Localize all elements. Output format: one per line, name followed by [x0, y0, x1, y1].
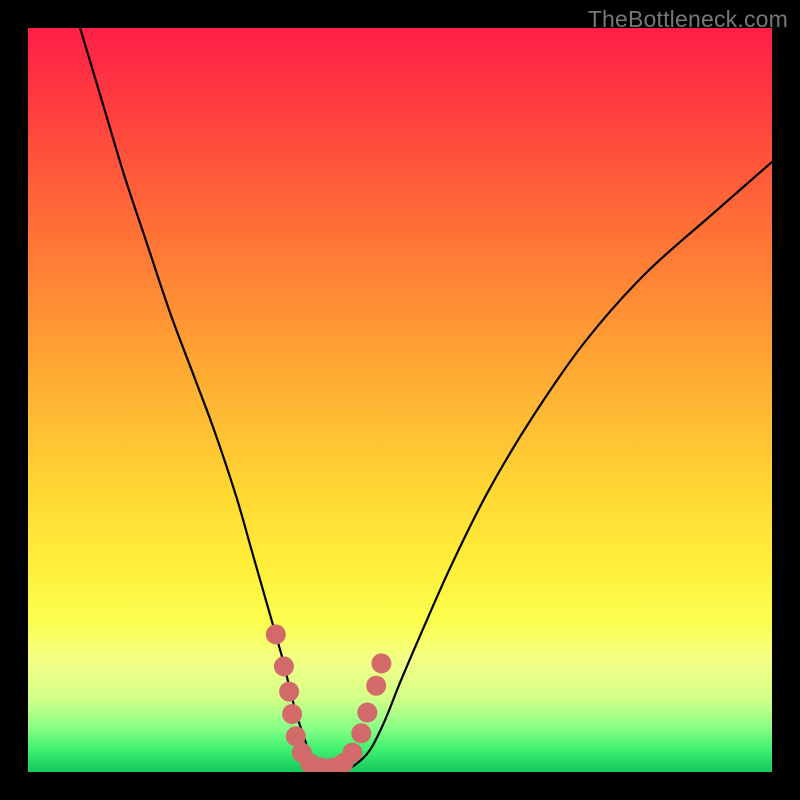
marker-dot [266, 624, 286, 644]
outer-frame: TheBottleneck.com [0, 0, 800, 800]
watermark-text: TheBottleneck.com [588, 6, 788, 33]
plot-area [28, 28, 772, 772]
marker-dot [342, 743, 362, 763]
marker-dot [282, 704, 302, 724]
marker-dot [366, 676, 386, 696]
marker-dot [357, 703, 377, 723]
marker-dot [279, 682, 299, 702]
marker-dot [351, 723, 371, 743]
highlight-dots [266, 624, 392, 772]
bottleneck-curve [80, 28, 772, 772]
marker-dot [371, 653, 391, 673]
marker-dot [274, 656, 294, 676]
chart-svg [28, 28, 772, 772]
